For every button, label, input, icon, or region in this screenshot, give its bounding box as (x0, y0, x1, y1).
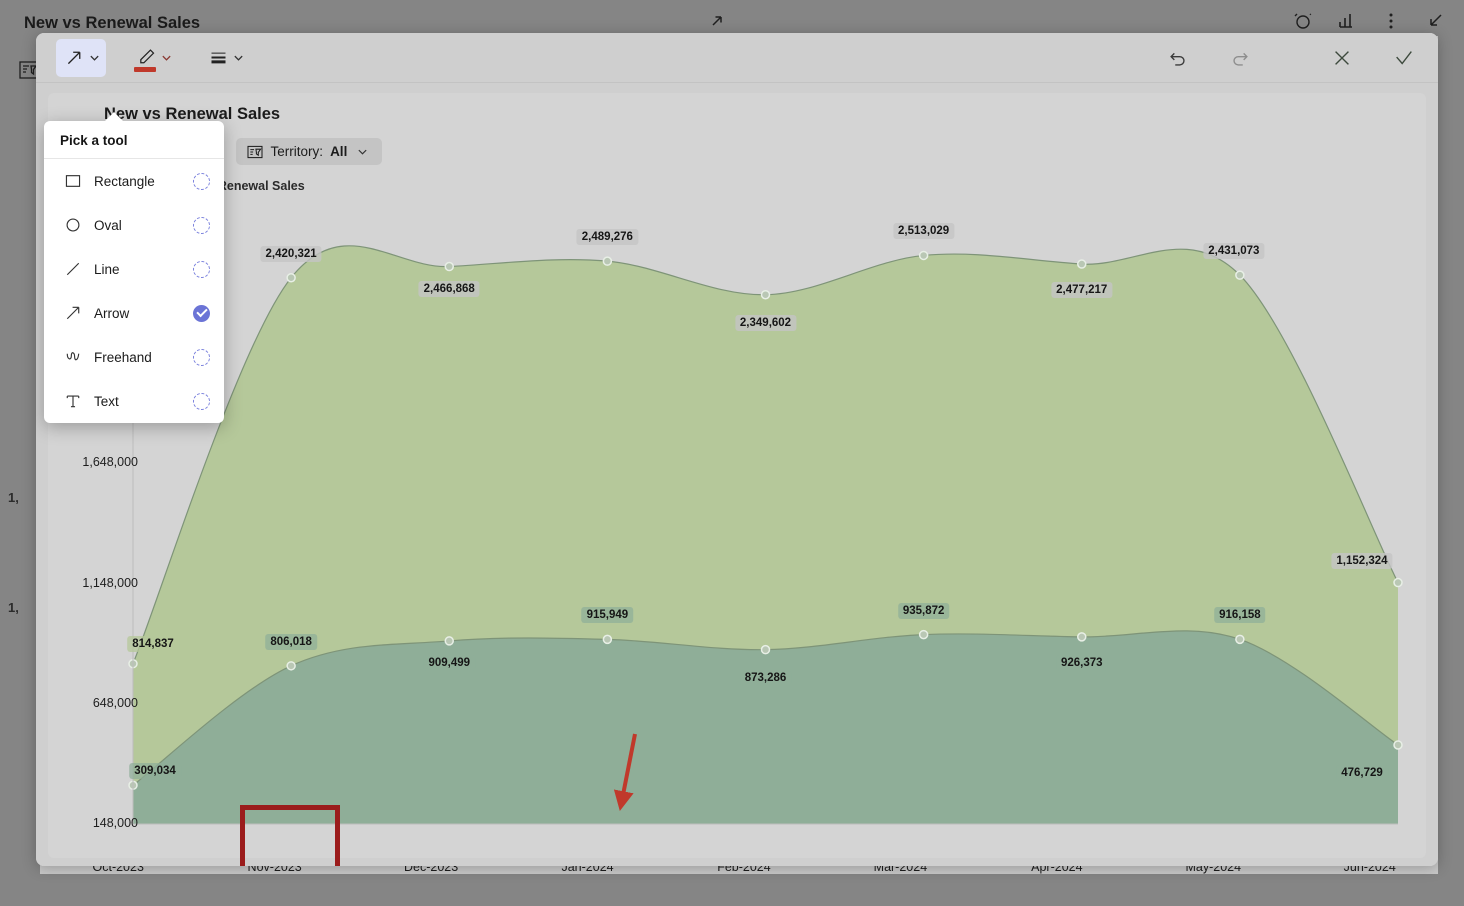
tool-menu-item-line[interactable]: Line (44, 247, 224, 291)
chart-data-point[interactable] (918, 629, 929, 640)
arrow-icon (60, 302, 86, 324)
chart-data-point[interactable] (1077, 632, 1087, 642)
background-y-tick: 1, (8, 600, 19, 615)
tool-menu-item-text[interactable]: Text (44, 379, 224, 423)
chart-area-new-sales (133, 630, 1398, 824)
data-point-label: 916,158 (1214, 607, 1266, 624)
tool-menu-label: Rectangle (94, 173, 155, 189)
redo-button[interactable] (1224, 39, 1256, 77)
chevron-down-icon (232, 52, 244, 64)
tool-radio[interactable] (193, 216, 210, 234)
tool-radio[interactable] (193, 348, 210, 366)
freehand-icon (60, 346, 86, 368)
modal-body: New vs Renewal Sales 65 days (36, 83, 1438, 866)
y-axis-tick-label: 1,648,000 (82, 455, 138, 470)
rectangle-icon (60, 170, 86, 192)
data-point-label: 926,373 (1055, 654, 1108, 671)
background-y-tick: 1, (8, 490, 19, 505)
tool-radio-selected[interactable] (193, 304, 210, 322)
chart-data-point[interactable] (1235, 270, 1245, 280)
toolbar-actions (1162, 39, 1420, 77)
cancel-button[interactable] (1326, 39, 1358, 77)
confirm-button[interactable] (1388, 39, 1420, 77)
collapse-icon[interactable] (1424, 10, 1446, 32)
chart-data-point[interactable] (1393, 740, 1403, 750)
annotation-toolbar (36, 33, 1438, 83)
expand-icon[interactable] (706, 10, 728, 32)
sparkle-ai-icon[interactable] (1292, 10, 1314, 32)
tool-menu-item-rectangle[interactable]: Rectangle (44, 159, 224, 203)
line-icon (60, 258, 86, 280)
pen-color-button[interactable] (128, 39, 178, 77)
chart-data-point[interactable] (760, 289, 771, 300)
undo-icon (1166, 45, 1190, 71)
chart-data-point[interactable] (1235, 634, 1245, 645)
chevron-down-icon (88, 52, 100, 64)
tool-menu-label: Oval (94, 217, 122, 233)
background-page-title: New vs Renewal Sales (24, 14, 201, 32)
y-axis-tick-label: 148,000 (92, 816, 138, 830)
tool-menu-label: Text (94, 393, 119, 409)
chart-data-point[interactable] (760, 644, 771, 655)
data-point-label: 476,729 (1336, 764, 1388, 781)
chart-data-point[interactable] (1077, 259, 1087, 269)
tool-radio[interactable] (193, 260, 210, 278)
tool-menu-item-freehand[interactable]: Freehand (44, 335, 224, 379)
bar-chart-icon[interactable] (1336, 10, 1358, 32)
redo-icon (1228, 45, 1252, 71)
chart-data-point[interactable] (286, 661, 296, 671)
tool-picker-title: Pick a tool (44, 121, 224, 159)
line-weight-button[interactable] (200, 39, 250, 77)
data-point-label: 873,286 (739, 669, 792, 686)
data-point-label: 2,477,217 (1051, 282, 1113, 299)
tool-menu-item-arrow[interactable]: Arrow (44, 291, 224, 335)
more-options-icon[interactable] (1380, 10, 1402, 32)
check-icon (1392, 45, 1416, 71)
chart-data-point[interactable] (444, 636, 454, 646)
data-point-label: 2,420,321 (260, 245, 322, 262)
background-header-icons (1292, 10, 1446, 32)
data-point-label: 814,837 (127, 635, 179, 652)
tool-picker-menu: Pick a tool Rectangle Oval Line Arrow Fr… (44, 112, 224, 423)
annotation-modal: New vs Renewal Sales 65 days (36, 33, 1438, 866)
chevron-down-icon (160, 52, 172, 64)
data-point-label: 309,034 (129, 763, 181, 780)
chart-data-point[interactable] (602, 634, 613, 645)
data-point-label: 2,489,276 (576, 229, 638, 246)
data-point-label: 2,349,602 (734, 314, 797, 331)
chart-data-point[interactable] (444, 261, 454, 272)
pen-color-swatch (134, 66, 156, 72)
tool-menu-item-oval[interactable]: Oval (44, 203, 224, 247)
line-weight-icon (206, 45, 230, 71)
shape-tool-button[interactable] (56, 38, 106, 77)
y-axis-tick-label: 1,148,000 (82, 575, 138, 590)
data-point-label: 935,872 (897, 602, 950, 619)
oval-icon (60, 214, 86, 236)
chart-card: New vs Renewal Sales 65 days (48, 93, 1426, 866)
tool-radio[interactable] (193, 172, 210, 190)
tool-menu-label: Freehand (94, 349, 152, 365)
data-point-label: 2,513,029 (893, 223, 955, 240)
chart-data-point[interactable] (1393, 577, 1403, 588)
tool-radio[interactable] (193, 392, 210, 410)
chart-plot-area: 148,000648,0001,148,0001,648,0002,148,00… (48, 93, 1426, 858)
chart-data-point[interactable] (286, 272, 296, 283)
chart-data-point[interactable] (602, 256, 613, 266)
data-point-label: 806,018 (265, 633, 317, 650)
data-point-label: 2,466,868 (418, 280, 480, 297)
chart-svg (128, 223, 1403, 825)
tool-menu-label: Arrow (94, 305, 130, 321)
close-icon (1330, 45, 1354, 71)
data-point-label: 2,431,073 (1203, 243, 1265, 260)
tool-menu-label: Line (94, 261, 120, 277)
arrow-tool-icon (62, 45, 86, 71)
data-point-label: 915,949 (581, 607, 634, 624)
y-axis-tick-label: 648,000 (92, 695, 138, 710)
chart-data-point[interactable] (918, 250, 929, 261)
text-icon (60, 390, 86, 412)
data-point-label: 909,499 (423, 654, 476, 671)
undo-button[interactable] (1162, 39, 1194, 77)
data-point-label: 1,152,324 (1331, 552, 1393, 569)
